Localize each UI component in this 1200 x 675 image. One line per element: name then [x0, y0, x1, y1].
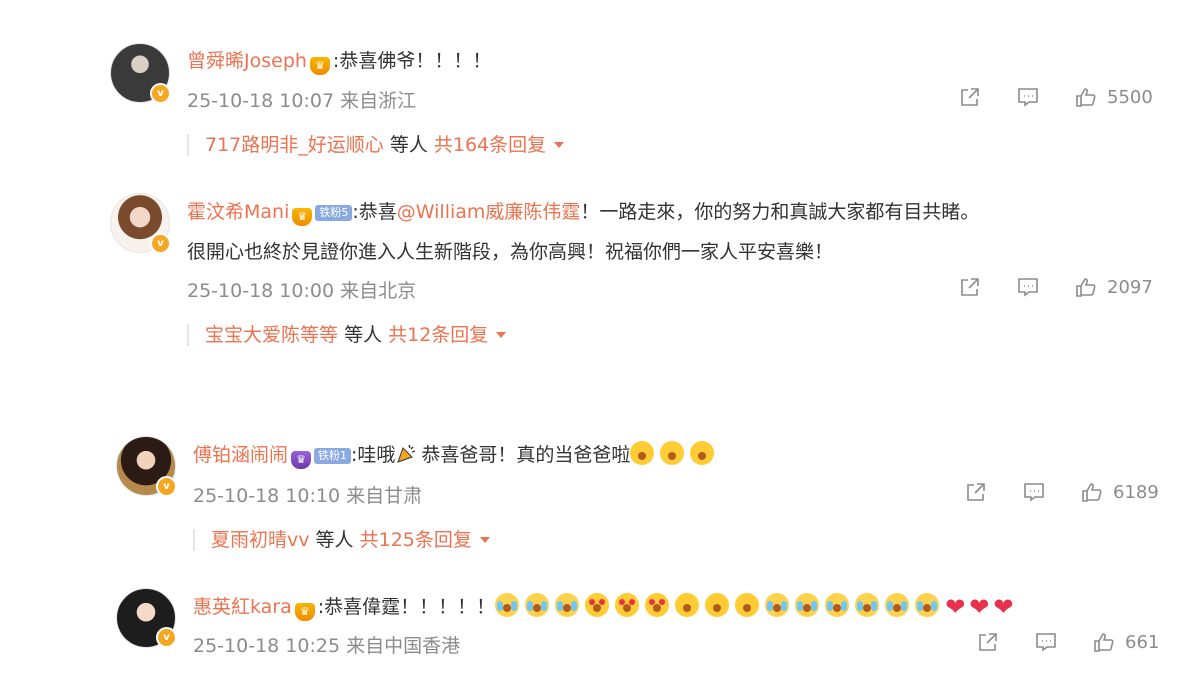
comment-meta: 25-10-18 10:10 来自甘肃: [193, 481, 422, 508]
reply-names[interactable]: 夏雨初晴vv: [211, 529, 310, 551]
comment-text: :恭喜偉霆！！！！！: [317, 596, 496, 618]
reply-summary[interactable]: 宝宝大爱陈等等 等人 共12条回复: [187, 324, 507, 346]
comment-icon[interactable]: [1023, 481, 1045, 503]
like-icon[interactable]: [1075, 86, 1097, 108]
surprised-emoji: [675, 593, 700, 617]
chevron-down-icon[interactable]: [554, 142, 565, 148]
comment-line: 傅铂涵闹闹 ♛ 铁粉1:哇哦 恭喜爸哥！真的当爸爸啦: [193, 440, 720, 469]
crown-icon: ♛: [292, 208, 313, 226]
like-count: 2097: [1107, 276, 1153, 298]
heart-emoji: ❤: [945, 593, 966, 621]
location: 来自甘肃: [346, 485, 423, 507]
reply-total[interactable]: 共125条回复: [360, 529, 472, 551]
comment-meta: 25-10-18 10:25 来自中国香港: [193, 631, 460, 658]
heart-emoji: ❤: [969, 593, 990, 621]
comment-actions: 2097: [959, 276, 1153, 298]
location: 来自浙江: [340, 90, 417, 112]
share-icon[interactable]: [959, 86, 981, 108]
reply-summary[interactable]: 夏雨初晴vv 等人 共125条回复: [193, 529, 490, 551]
comment-meta: 25-10-18 10:07 来自浙江: [187, 86, 416, 113]
crown-icon: ♛: [291, 451, 312, 469]
comment-text-suffix: ！一路走來，你的努力和真誠大家都有目共睹。: [580, 201, 980, 223]
comment-line: 霍汶希Mani ♛ 铁粉5:恭喜@William威廉陈伟霆！一路走來，你的努力和真誠…: [187, 197, 979, 226]
mention-link[interactable]: @William威廉陈伟霆: [397, 201, 581, 223]
timestamp: 25-10-18 10:25: [193, 635, 341, 657]
comment-text: :恭喜佛爷！！！！: [332, 50, 492, 72]
surprised-emoji: [630, 441, 655, 465]
surprised-emoji: [705, 593, 730, 617]
crying-emoji: [915, 593, 940, 617]
comment-line: 惠英紅kara ♛:恭喜偉霆！！！！！ ❤ ❤ ❤: [193, 592, 1018, 621]
username[interactable]: 傅铂涵闹闹: [193, 444, 288, 466]
comment-actions: 6189: [965, 481, 1159, 503]
location: 来自中国香港: [346, 635, 461, 657]
fan-badge: 铁粉5: [315, 205, 353, 221]
like-count: 5500: [1107, 86, 1153, 108]
surprised-emoji: [690, 441, 715, 465]
crying-emoji: [795, 593, 820, 617]
location: 来自北京: [340, 280, 417, 302]
reply-middle: 等人: [389, 134, 428, 156]
reply-total[interactable]: 共12条回复: [388, 324, 488, 346]
comment-text-prefix: :哇哦: [351, 444, 396, 466]
crying-emoji: [885, 593, 910, 617]
comment-icon[interactable]: [1017, 276, 1039, 298]
verified-icon: v: [156, 627, 177, 648]
username[interactable]: 霍汶希Mani: [187, 201, 289, 223]
crying-emoji: [765, 593, 790, 617]
surprised-emoji: [660, 441, 685, 465]
share-icon[interactable]: [959, 276, 981, 298]
username[interactable]: 曾舜晞Joseph: [187, 50, 307, 72]
like-icon[interactable]: [1075, 276, 1097, 298]
chevron-down-icon[interactable]: [479, 537, 490, 543]
like-count: 661: [1125, 631, 1160, 653]
reply-names[interactable]: 宝宝大爱陈等等: [205, 324, 338, 346]
crying-emoji: [555, 593, 580, 617]
comment-actions: 5500: [959, 86, 1153, 108]
timestamp: 25-10-18 10:07: [187, 90, 335, 112]
share-icon[interactable]: [965, 481, 987, 503]
crying-emoji: [825, 593, 850, 617]
reply-total[interactable]: 共164条回复: [434, 134, 546, 156]
heart-emoji: ❤: [993, 593, 1014, 621]
like-icon[interactable]: [1081, 481, 1103, 503]
comment-line: 曾舜晞Joseph ♛:恭喜佛爷！！！！: [187, 46, 491, 75]
comment-text-line2: 很開心也終於見證你進入人生新階段，為你高興！祝福你們一家人平安喜樂！: [187, 241, 834, 263]
like-count: 6189: [1113, 481, 1159, 503]
crying-emoji: [525, 593, 550, 617]
comment-actions: 661: [977, 631, 1159, 653]
surprised-emoji: [735, 593, 760, 617]
crying-emoji: [855, 593, 880, 617]
verified-icon: v: [150, 233, 171, 254]
heart-eyes-emoji: [615, 593, 640, 617]
crown-icon: ♛: [309, 57, 330, 75]
comment-text-prefix: :恭喜: [352, 201, 397, 223]
verified-icon: v: [150, 83, 171, 104]
reply-middle: 等人: [344, 324, 383, 346]
fan-badge: 铁粉1: [314, 448, 352, 464]
heart-eyes-emoji: [645, 593, 670, 617]
comment-text-mid: 恭喜爸哥！真的当爸爸啦: [421, 444, 631, 466]
reply-middle: 等人: [315, 529, 354, 551]
share-icon[interactable]: [977, 631, 999, 653]
timestamp: 25-10-18 10:00: [187, 280, 335, 302]
timestamp: 25-10-18 10:10: [193, 485, 341, 507]
chevron-down-icon[interactable]: [496, 332, 507, 338]
crown-icon: ♛: [294, 603, 315, 621]
verified-icon: v: [156, 476, 177, 497]
comment-meta: 25-10-18 10:00 来自北京: [187, 276, 416, 303]
reply-summary[interactable]: 717路明非_好运顺心 等人 共164条回复: [187, 134, 565, 156]
like-icon[interactable]: [1093, 631, 1115, 653]
heart-eyes-emoji: [585, 593, 610, 617]
party-popper-icon: [395, 441, 419, 465]
comment-icon[interactable]: [1035, 631, 1057, 653]
reply-names[interactable]: 717路明非_好运顺心: [205, 134, 384, 156]
crying-emoji: [495, 593, 520, 617]
comment-icon[interactable]: [1017, 86, 1039, 108]
username[interactable]: 惠英紅kara: [193, 596, 292, 618]
